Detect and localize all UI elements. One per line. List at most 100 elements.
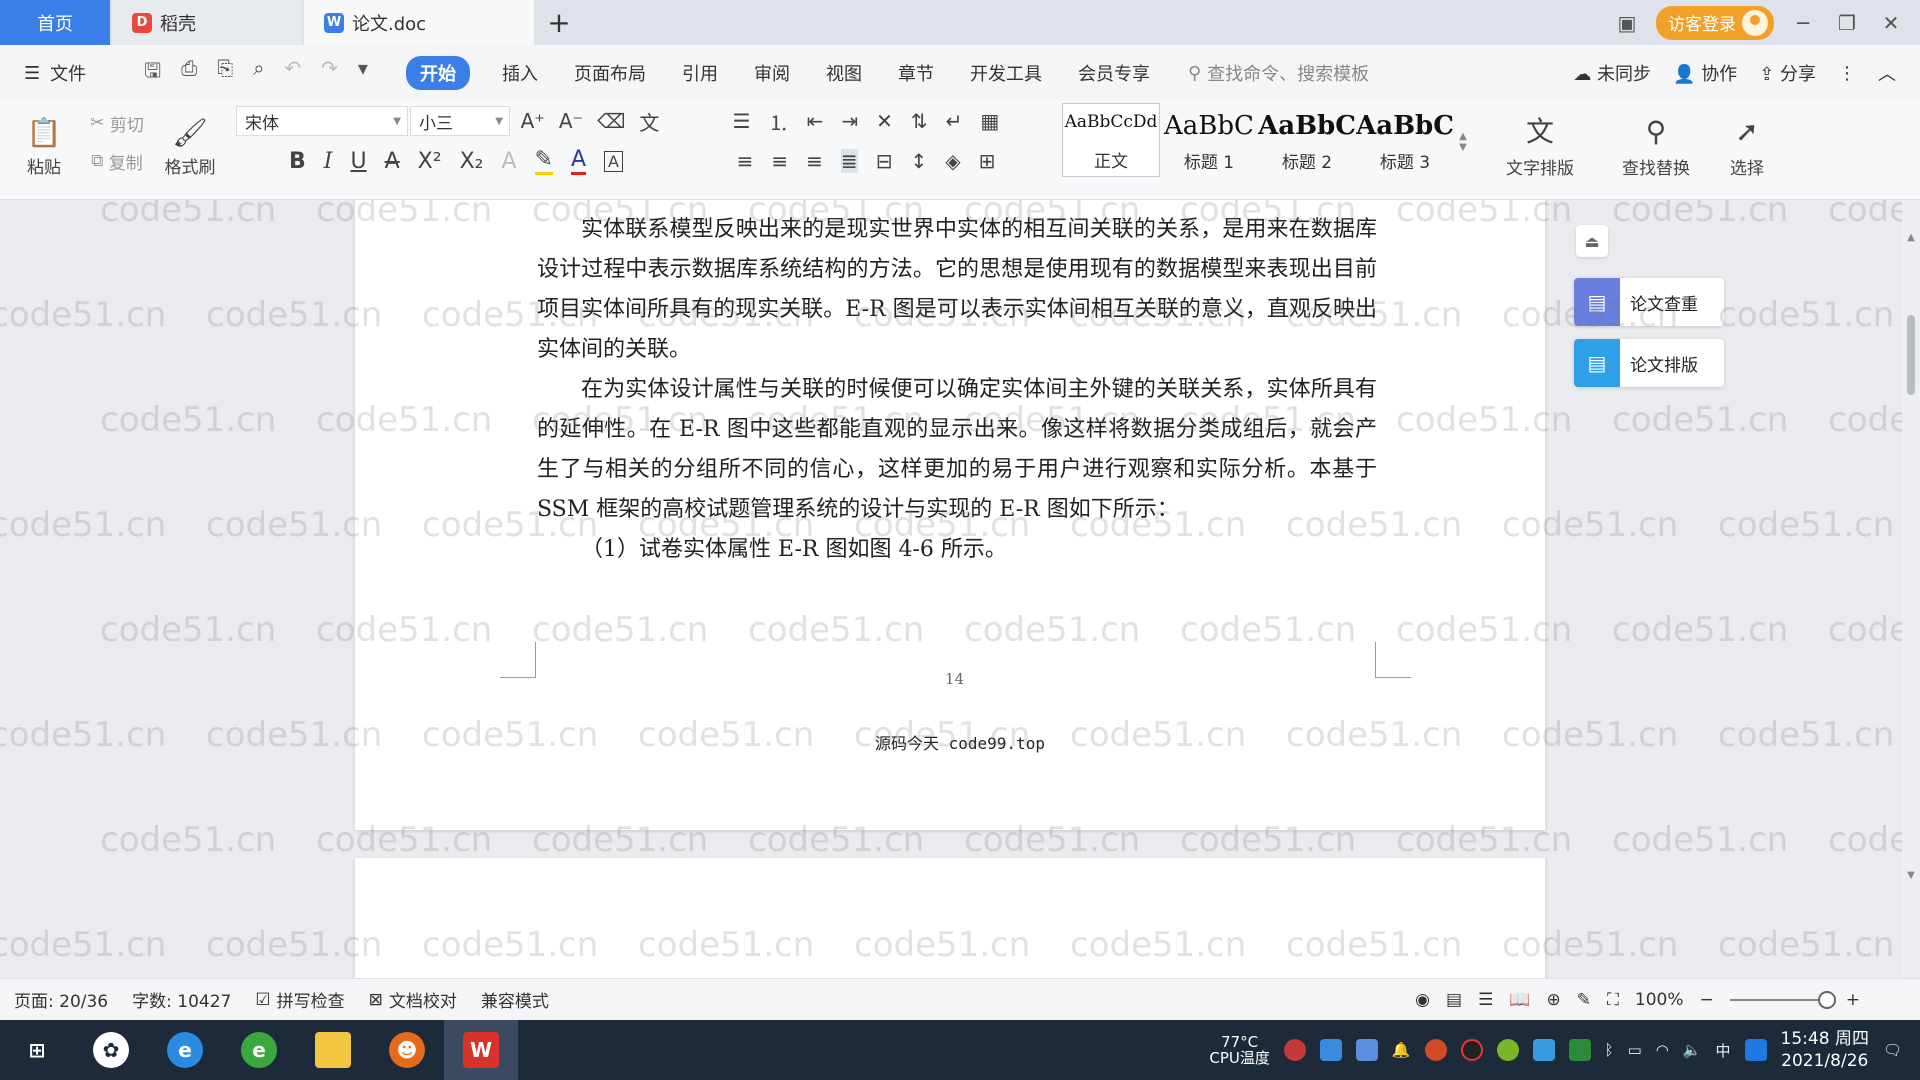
zoom-slider[interactable]: [1729, 990, 1836, 1009]
scrollbar-thumb[interactable]: [1907, 315, 1915, 395]
taskbar-app-wps[interactable]: W: [444, 1020, 518, 1080]
paste-button[interactable]: 📋 粘贴: [16, 106, 72, 190]
guest-login-button[interactable]: 访客登录: [1656, 5, 1774, 40]
taskbar-app-pinwheel[interactable]: ✿: [74, 1020, 148, 1080]
copy-button[interactable]: ⧉ 复制: [82, 146, 152, 176]
tray-app-icon[interactable]: [1532, 1039, 1555, 1061]
cpu-temp[interactable]: 77°C CPU温度: [1209, 1034, 1270, 1066]
fit-page-icon[interactable]: ⛶: [1607, 990, 1619, 1010]
notification-icon[interactable]: 🗨: [1883, 1041, 1902, 1059]
menu-review[interactable]: 审阅: [736, 60, 808, 86]
nvidia-icon[interactable]: [1568, 1039, 1591, 1061]
taskbar-app-ie[interactable]: e: [148, 1020, 222, 1080]
paper-check-button[interactable]: ▤ 论文查重: [1574, 278, 1724, 326]
bluetooth-icon[interactable]: ᛒ: [1605, 1041, 1614, 1059]
vertical-scrollbar[interactable]: ▲ ▼: [1902, 200, 1920, 978]
collab-button[interactable]: 👤 协作: [1673, 60, 1737, 86]
tab-home[interactable]: 首页: [0, 0, 110, 45]
menu-insert[interactable]: 插入: [484, 60, 556, 86]
more-icon[interactable]: ⋮: [1838, 63, 1856, 84]
paragraph[interactable]: 在为实体设计属性与关联的时候便可以确定实体间主外键的关联关系，实体所具有的延伸性…: [537, 370, 1377, 530]
shading-icon[interactable]: ◈: [945, 149, 960, 173]
line-spacing-icon[interactable]: ↕: [910, 149, 927, 173]
taskbar-app-explorer[interactable]: [296, 1020, 370, 1080]
tab-daoke[interactable]: D 稻壳: [112, 0, 302, 45]
underline-icon[interactable]: U: [351, 149, 367, 174]
zoom-out-icon[interactable]: −: [1700, 990, 1714, 1010]
decrease-indent-icon[interactable]: ⇤: [807, 109, 824, 133]
tray-app-icon[interactable]: [1319, 1039, 1342, 1061]
show-marks-icon[interactable]: ↵: [946, 109, 963, 133]
tray-app-icon[interactable]: [1424, 1039, 1447, 1061]
taskbar-app-media[interactable]: ☻: [370, 1020, 444, 1080]
style-gallery-scroll[interactable]: ▲ ▼: [1456, 104, 1470, 180]
scroll-up-icon[interactable]: ▲: [1904, 232, 1918, 246]
menu-start[interactable]: 开始: [405, 56, 470, 90]
distribute-icon[interactable]: ⊟: [876, 149, 893, 173]
font-color-icon[interactable]: A: [570, 147, 587, 175]
zoom-in-icon[interactable]: +: [1846, 990, 1860, 1010]
command-search[interactable]: ⚲ 查找命令、搜索模板: [1188, 60, 1369, 86]
spell-check-toggle[interactable]: ☑ 拼写检查: [255, 987, 344, 1013]
menu-member[interactable]: 会员专享: [1060, 60, 1168, 86]
italic-icon[interactable]: I: [324, 149, 333, 174]
customize-icon[interactable]: ▾: [358, 56, 368, 90]
page-view-icon[interactable]: ▤: [1446, 990, 1462, 1010]
close-button[interactable]: ✕: [1876, 11, 1906, 35]
superscript-icon[interactable]: X²: [418, 149, 442, 174]
menu-chapter[interactable]: 章节: [880, 60, 952, 86]
next-page[interactable]: [355, 858, 1545, 978]
collapse-ribbon-icon[interactable]: ︿: [1878, 60, 1896, 86]
bell-icon[interactable]: 🔔: [1392, 1041, 1411, 1059]
tab-document[interactable]: W 论文.doc: [304, 0, 534, 45]
scroll-down-icon[interactable]: ▼: [1904, 870, 1918, 884]
increase-indent-icon[interactable]: ⇥: [841, 109, 858, 133]
align-right-icon[interactable]: ≡: [806, 149, 823, 173]
qq-icon[interactable]: [1460, 1039, 1483, 1061]
save-icon[interactable]: 🖫: [144, 56, 161, 90]
style-heading-3[interactable]: AaBbC 标题 3: [1356, 103, 1454, 177]
format-painter-button[interactable]: 🖌 格式刷: [160, 106, 220, 190]
style-heading-1[interactable]: AaBbC 标题 1: [1160, 103, 1258, 177]
system-clock[interactable]: 15:48 周四 2021/8/26: [1781, 1028, 1869, 1072]
minimize-button[interactable]: ─: [1788, 11, 1818, 35]
preview-icon[interactable]: ⌕: [253, 56, 264, 90]
menu-page-layout[interactable]: 页面布局: [556, 60, 664, 86]
print-preview-icon[interactable]: ⎙: [181, 56, 197, 90]
print-icon[interactable]: ⎘: [217, 56, 233, 90]
window-layout-icon[interactable]: ▣: [1612, 11, 1642, 35]
document-canvas[interactable]: 实体联系模型反映出来的是现实世界中实体的相互间关联的关系，是用来在数据库设计过程…: [0, 200, 1920, 978]
search-app-icon[interactable]: [1744, 1039, 1767, 1061]
text-layout-button[interactable]: 文 文字排版: [1490, 106, 1590, 190]
align-center-icon[interactable]: ≡: [771, 149, 788, 173]
bold-icon[interactable]: B: [289, 149, 306, 174]
menu-developer[interactable]: 开发工具: [952, 60, 1060, 86]
outline-view-icon[interactable]: ☰: [1478, 990, 1493, 1010]
shield-icon[interactable]: [1355, 1039, 1378, 1061]
style-normal[interactable]: AaBbCcDd 正文: [1062, 103, 1160, 177]
volume-icon[interactable]: 🔈: [1683, 1041, 1702, 1059]
grow-font-icon[interactable]: A⁺: [521, 109, 545, 133]
new-tab-button[interactable]: +: [534, 0, 584, 45]
menu-references[interactable]: 引用: [664, 60, 736, 86]
zoom-slider-knob[interactable]: [1817, 990, 1836, 1009]
font-size-select[interactable]: 小三 ▼: [410, 106, 510, 136]
page-indicator[interactable]: 页面: 20/36: [14, 987, 108, 1012]
cut-button[interactable]: ✂ 剪切: [82, 108, 152, 138]
document-page[interactable]: 实体联系模型反映出来的是现实世界中实体的相互间关联的关系，是用来在数据库设计过程…: [355, 200, 1545, 830]
borders-icon[interactable]: ⊞: [979, 149, 996, 173]
menu-view[interactable]: 视图: [808, 60, 880, 86]
align-left-icon[interactable]: ≡: [737, 149, 754, 173]
char-border-icon[interactable]: A: [604, 150, 623, 172]
strikethrough-icon[interactable]: A: [385, 149, 400, 174]
subscript-icon[interactable]: X₂: [460, 149, 484, 174]
file-menu[interactable]: ☰ 文件: [0, 60, 104, 86]
ruler-icon[interactable]: ▦: [980, 109, 999, 133]
web-view-icon[interactable]: ⊕: [1546, 990, 1560, 1010]
sort-icon[interactable]: ⇅: [911, 109, 928, 133]
eye-protect-icon[interactable]: ◉: [1415, 990, 1430, 1010]
restore-button[interactable]: ❐: [1832, 11, 1862, 35]
find-replace-button[interactable]: ⚲ 查找替换: [1606, 106, 1706, 190]
paragraph[interactable]: 实体联系模型反映出来的是现实世界中实体的相互间关联的关系，是用来在数据库设计过程…: [537, 210, 1377, 370]
share-button[interactable]: ⇪ 分享: [1759, 60, 1816, 86]
